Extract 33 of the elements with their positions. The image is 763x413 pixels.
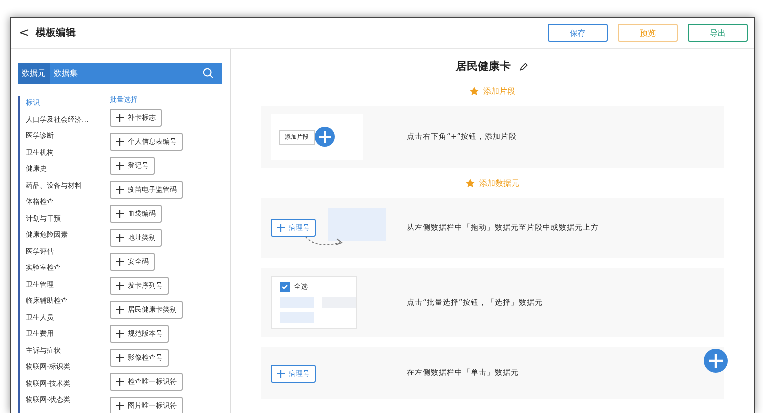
- move-icon: [116, 138, 124, 146]
- move-icon: [116, 114, 124, 122]
- plus-circle-icon: [315, 127, 335, 147]
- move-icon: [116, 162, 124, 170]
- page-title: 模板编辑: [36, 26, 76, 40]
- move-icon: [116, 402, 124, 410]
- star-icon: [470, 87, 478, 96]
- move-icon: [116, 354, 124, 362]
- placeholder-block: [322, 297, 356, 308]
- move-icon: [116, 258, 124, 266]
- save-button[interactable]: 保存: [548, 24, 608, 42]
- pencil-icon[interactable]: [519, 62, 529, 72]
- move-icon: [116, 330, 124, 338]
- plus-icon: [277, 370, 285, 378]
- sidebar-tab[interactable]: 数据集: [50, 63, 82, 84]
- move-icon: [116, 186, 124, 194]
- plus-icon: [277, 224, 285, 232]
- card-title: 居民健康卡: [456, 59, 511, 74]
- star-icon: [466, 179, 474, 188]
- back-button[interactable]: <: [19, 26, 30, 40]
- section-heading: 添加片段: [484, 86, 516, 97]
- move-icon: [116, 282, 124, 290]
- placeholder-block: [280, 297, 314, 308]
- section-heading: 添加数据元: [480, 178, 520, 189]
- move-icon: [116, 210, 124, 218]
- search-icon[interactable]: [203, 68, 214, 79]
- move-icon: [116, 378, 124, 386]
- add-fab-icon[interactable]: [704, 349, 728, 373]
- drop-zone: [328, 208, 386, 240]
- sidebar-tab[interactable]: 数据元: [18, 63, 50, 84]
- move-icon: [116, 234, 124, 242]
- placeholder-block: [280, 312, 314, 323]
- move-icon: [116, 306, 124, 314]
